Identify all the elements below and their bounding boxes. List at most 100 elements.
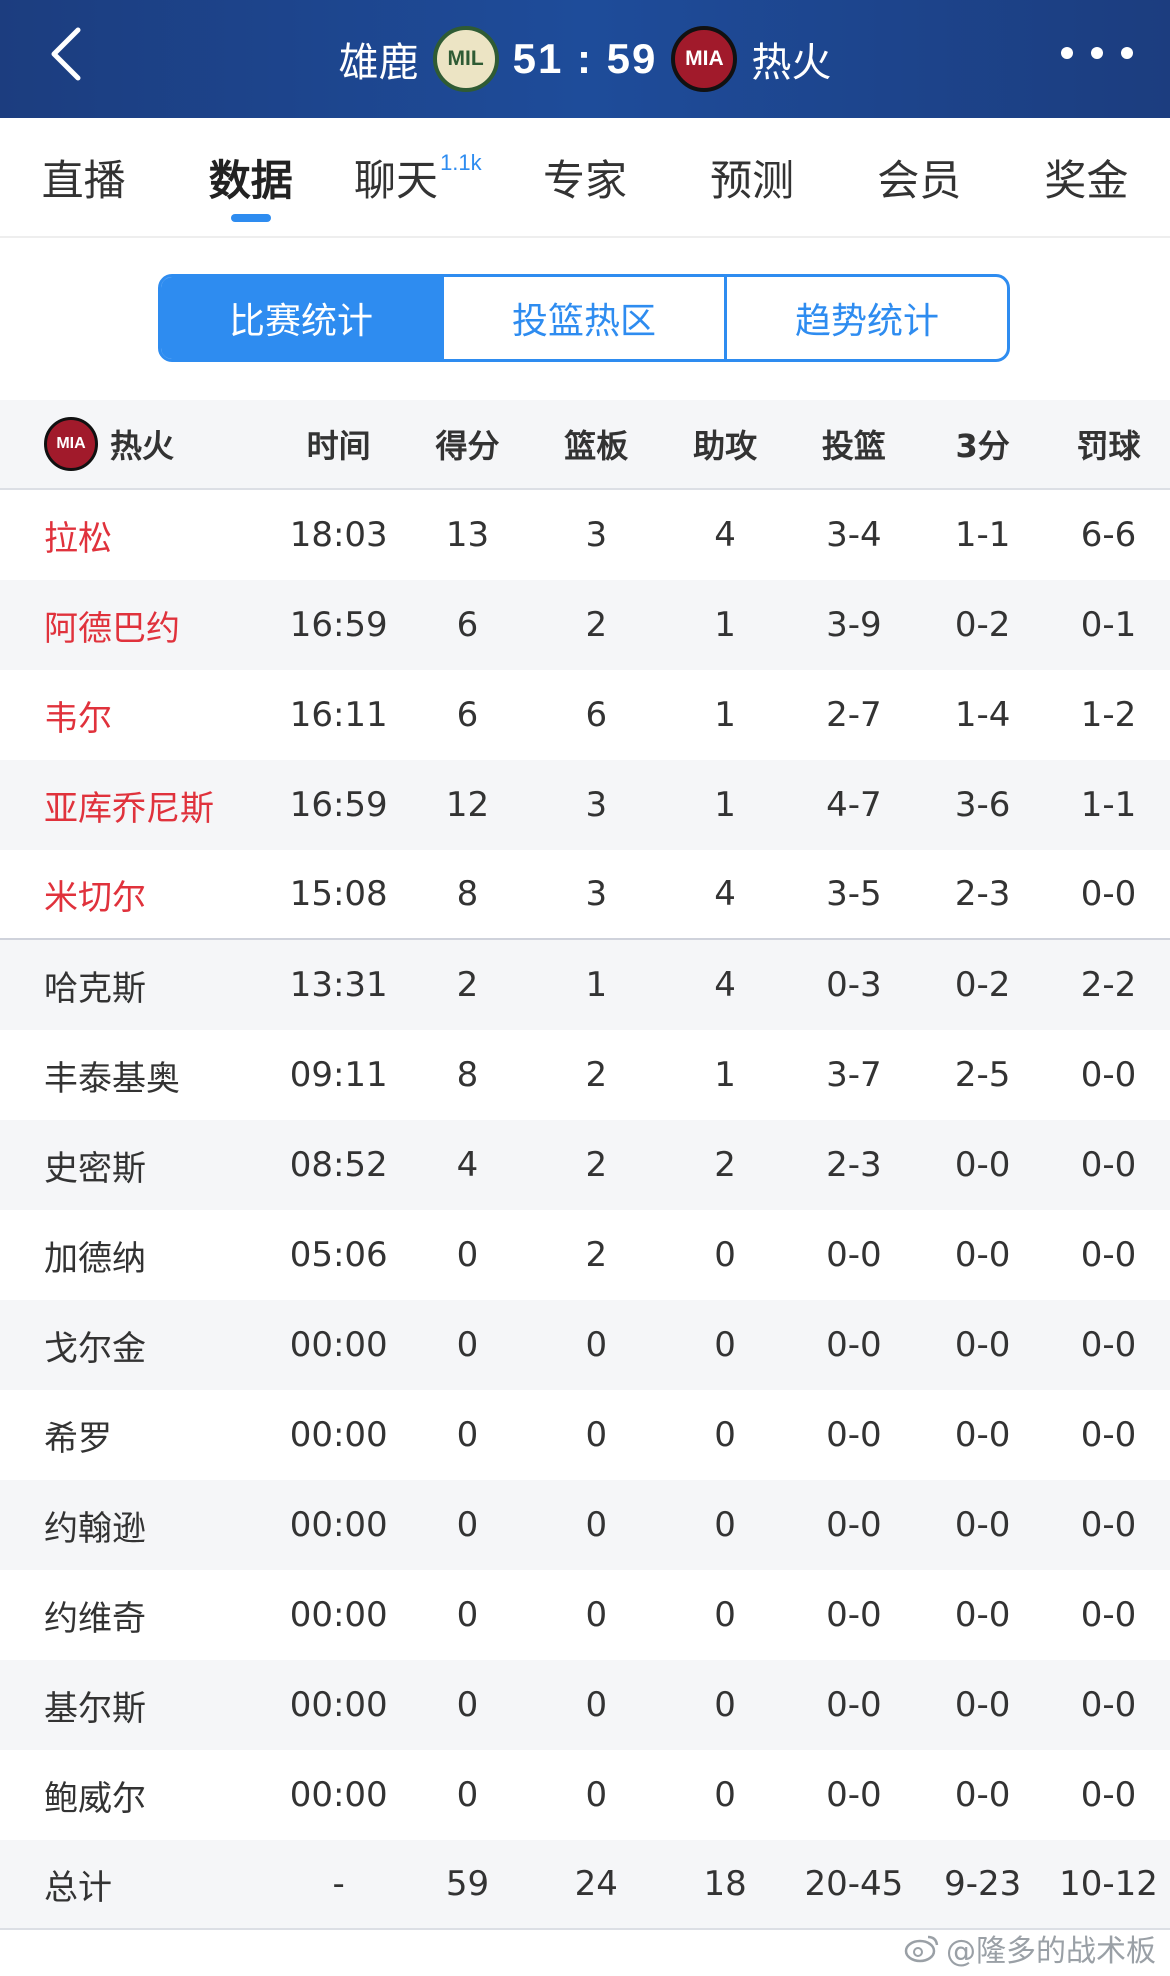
- stat-points: 4: [456, 1145, 479, 1185]
- table-row[interactable]: 阿德巴约 16:59 6 2 1 3-9 0-2 0-1: [0, 580, 1170, 670]
- player-name[interactable]: 米切尔: [0, 870, 274, 919]
- home-team-name: 雄鹿: [338, 40, 419, 86]
- col-header-time[interactable]: 时间: [274, 421, 403, 467]
- tab-bar: 直播 数据 聊天 1.1k 专家 预测 会员 奖金: [0, 118, 1170, 238]
- watermark-text: @隆多的战术板: [946, 1934, 1156, 1969]
- player-name[interactable]: 亚库乔尼斯: [0, 781, 274, 830]
- table-row[interactable]: 米切尔 15:08 8 3 4 3-5 2-3 0-0: [0, 850, 1170, 940]
- tab-live[interactable]: 直播: [0, 118, 167, 236]
- table-row[interactable]: 史密斯 08:52 4 2 2 2-3 0-0 0-0: [0, 1120, 1170, 1210]
- watermark: @隆多的战术板: [904, 1926, 1156, 1970]
- stat-points: 8: [456, 1055, 479, 1095]
- total-rebounds: 24: [574, 1864, 618, 1904]
- table-row[interactable]: 亚库乔尼斯 16:59 12 3 1 4-7 3-6 1-1: [0, 760, 1170, 850]
- col-header-fg[interactable]: 投篮: [789, 421, 918, 467]
- stat-time: 00:00: [289, 1775, 388, 1815]
- player-name[interactable]: 丰泰基奥: [0, 1051, 274, 1100]
- stat-rebounds: 0: [585, 1685, 608, 1725]
- stat-rebounds: 3: [585, 874, 608, 914]
- stat-time: 13:31: [289, 965, 388, 1005]
- tab-chat[interactable]: 聊天 1.1k: [334, 118, 501, 236]
- table-total-row: 总计 - 59 24 18 20-45 9-23 10-12: [0, 1840, 1170, 1930]
- col-header-assists[interactable]: 助攻: [661, 421, 790, 467]
- stat-assists: 2: [714, 1145, 736, 1185]
- table-row[interactable]: 基尔斯 00:00 0 0 0 0-0 0-0 0-0: [0, 1660, 1170, 1750]
- stat-assists: 1: [714, 1055, 736, 1095]
- player-name[interactable]: 加德纳: [0, 1231, 274, 1280]
- stat-rebounds: 3: [585, 515, 608, 555]
- col-header-rebounds[interactable]: 篮板: [532, 421, 661, 467]
- table-row[interactable]: 哈克斯 13:31 2 1 4 0-3 0-2 2-2: [0, 940, 1170, 1030]
- stat-assists: 4: [714, 874, 736, 914]
- stat-fg: 2-7: [826, 695, 882, 735]
- away-team-logo: MIA: [671, 26, 738, 92]
- stat-assists: 0: [714, 1235, 736, 1275]
- stat-time: 00:00: [289, 1685, 388, 1725]
- stat-fg: 4-7: [826, 785, 882, 825]
- away-team-name: 热火: [751, 40, 832, 86]
- stat-ft: 0-0: [1080, 1505, 1137, 1545]
- segment-shot-chart[interactable]: 投篮热区: [444, 277, 727, 359]
- stat-3pt: 0-0: [954, 1415, 1011, 1455]
- stat-points: 0: [456, 1415, 479, 1455]
- table-row[interactable]: 戈尔金 00:00 0 0 0 0-0 0-0 0-0: [0, 1300, 1170, 1390]
- col-header-ft[interactable]: 罚球: [1047, 421, 1170, 467]
- player-name[interactable]: 约翰逊: [0, 1501, 274, 1550]
- tab-data[interactable]: 数据: [167, 118, 334, 236]
- table-body: 拉松 18:03 13 3 4 3-4 1-1 6-6 阿德巴约 16:59 6 2 1 3-9 0-2 0-…: [0, 490, 1170, 1840]
- stat-assists: 0: [714, 1685, 736, 1725]
- back-button[interactable]: [34, 22, 98, 86]
- table-row[interactable]: 希罗 00:00 0 0 0 0-0 0-0 0-0: [0, 1390, 1170, 1480]
- tab-predict[interactable]: 预测: [669, 118, 836, 236]
- col-header-3pt[interactable]: 3分: [918, 421, 1047, 467]
- chevron-left-icon: [51, 27, 81, 81]
- player-name[interactable]: 拉松: [0, 511, 274, 560]
- tab-expert[interactable]: 专家: [501, 118, 668, 236]
- total-label: 总计: [44, 1867, 112, 1908]
- stat-assists: 0: [714, 1415, 736, 1455]
- player-name[interactable]: 希罗: [0, 1411, 274, 1460]
- stat-3pt: 2-3: [954, 874, 1011, 914]
- stat-ft: 0-0: [1080, 1685, 1137, 1725]
- stat-rebounds: 0: [585, 1775, 608, 1815]
- stat-3pt: 1-1: [954, 515, 1011, 555]
- stat-3pt: 2-5: [954, 1055, 1011, 1095]
- more-dots-icon: [1061, 47, 1133, 59]
- table-row[interactable]: 加德纳 05:06 0 2 0 0-0 0-0 0-0: [0, 1210, 1170, 1300]
- stat-ft: 0-0: [1080, 1775, 1137, 1815]
- player-name[interactable]: 韦尔: [0, 691, 274, 740]
- table-row[interactable]: 韦尔 16:11 6 6 1 2-7 1-4 1-2: [0, 670, 1170, 760]
- col-header-points[interactable]: 得分: [403, 421, 532, 467]
- player-name[interactable]: 约维奇: [0, 1591, 274, 1640]
- player-name[interactable]: 史密斯: [0, 1141, 274, 1190]
- table-row[interactable]: 约维奇 00:00 0 0 0 0-0 0-0 0-0: [0, 1570, 1170, 1660]
- stat-points: 0: [456, 1235, 479, 1275]
- segment-trend-stats[interactable]: 趋势统计: [727, 277, 1007, 359]
- stat-time: 09:11: [289, 1055, 388, 1095]
- total-points: 59: [445, 1864, 490, 1904]
- stat-ft: 0-0: [1080, 1595, 1137, 1635]
- stat-points: 2: [456, 965, 479, 1005]
- stat-ft: 0-0: [1080, 874, 1137, 914]
- player-name[interactable]: 哈克斯: [0, 961, 274, 1010]
- stat-rebounds: 0: [585, 1325, 608, 1365]
- stat-fg: 0-0: [826, 1775, 882, 1815]
- stat-assists: 0: [714, 1595, 736, 1635]
- player-name[interactable]: 阿德巴约: [0, 601, 274, 650]
- more-button[interactable]: [1052, 28, 1142, 78]
- tab-bonus[interactable]: 奖金: [1003, 118, 1170, 236]
- stat-points: 0: [456, 1505, 479, 1545]
- stat-ft: 0-0: [1080, 1055, 1137, 1095]
- player-name[interactable]: 基尔斯: [0, 1681, 274, 1730]
- stat-3pt: 0-0: [954, 1595, 1011, 1635]
- table-row[interactable]: 拉松 18:03 13 3 4 3-4 1-1 6-6: [0, 490, 1170, 580]
- table-row[interactable]: 约翰逊 00:00 0 0 0 0-0 0-0 0-0: [0, 1480, 1170, 1570]
- table-row[interactable]: 丰泰基奥 09:11 8 2 1 3-7 2-5 0-0: [0, 1030, 1170, 1120]
- tab-member[interactable]: 会员: [836, 118, 1003, 236]
- table-row[interactable]: 鲍威尔 00:00 0 0 0 0-0 0-0 0-0: [0, 1750, 1170, 1840]
- stat-points: 0: [456, 1685, 479, 1725]
- player-name[interactable]: 鲍威尔: [0, 1771, 274, 1820]
- stat-fg: 3-9: [826, 605, 882, 645]
- segment-game-stats[interactable]: 比赛统计: [161, 277, 444, 359]
- player-name[interactable]: 戈尔金: [0, 1321, 274, 1370]
